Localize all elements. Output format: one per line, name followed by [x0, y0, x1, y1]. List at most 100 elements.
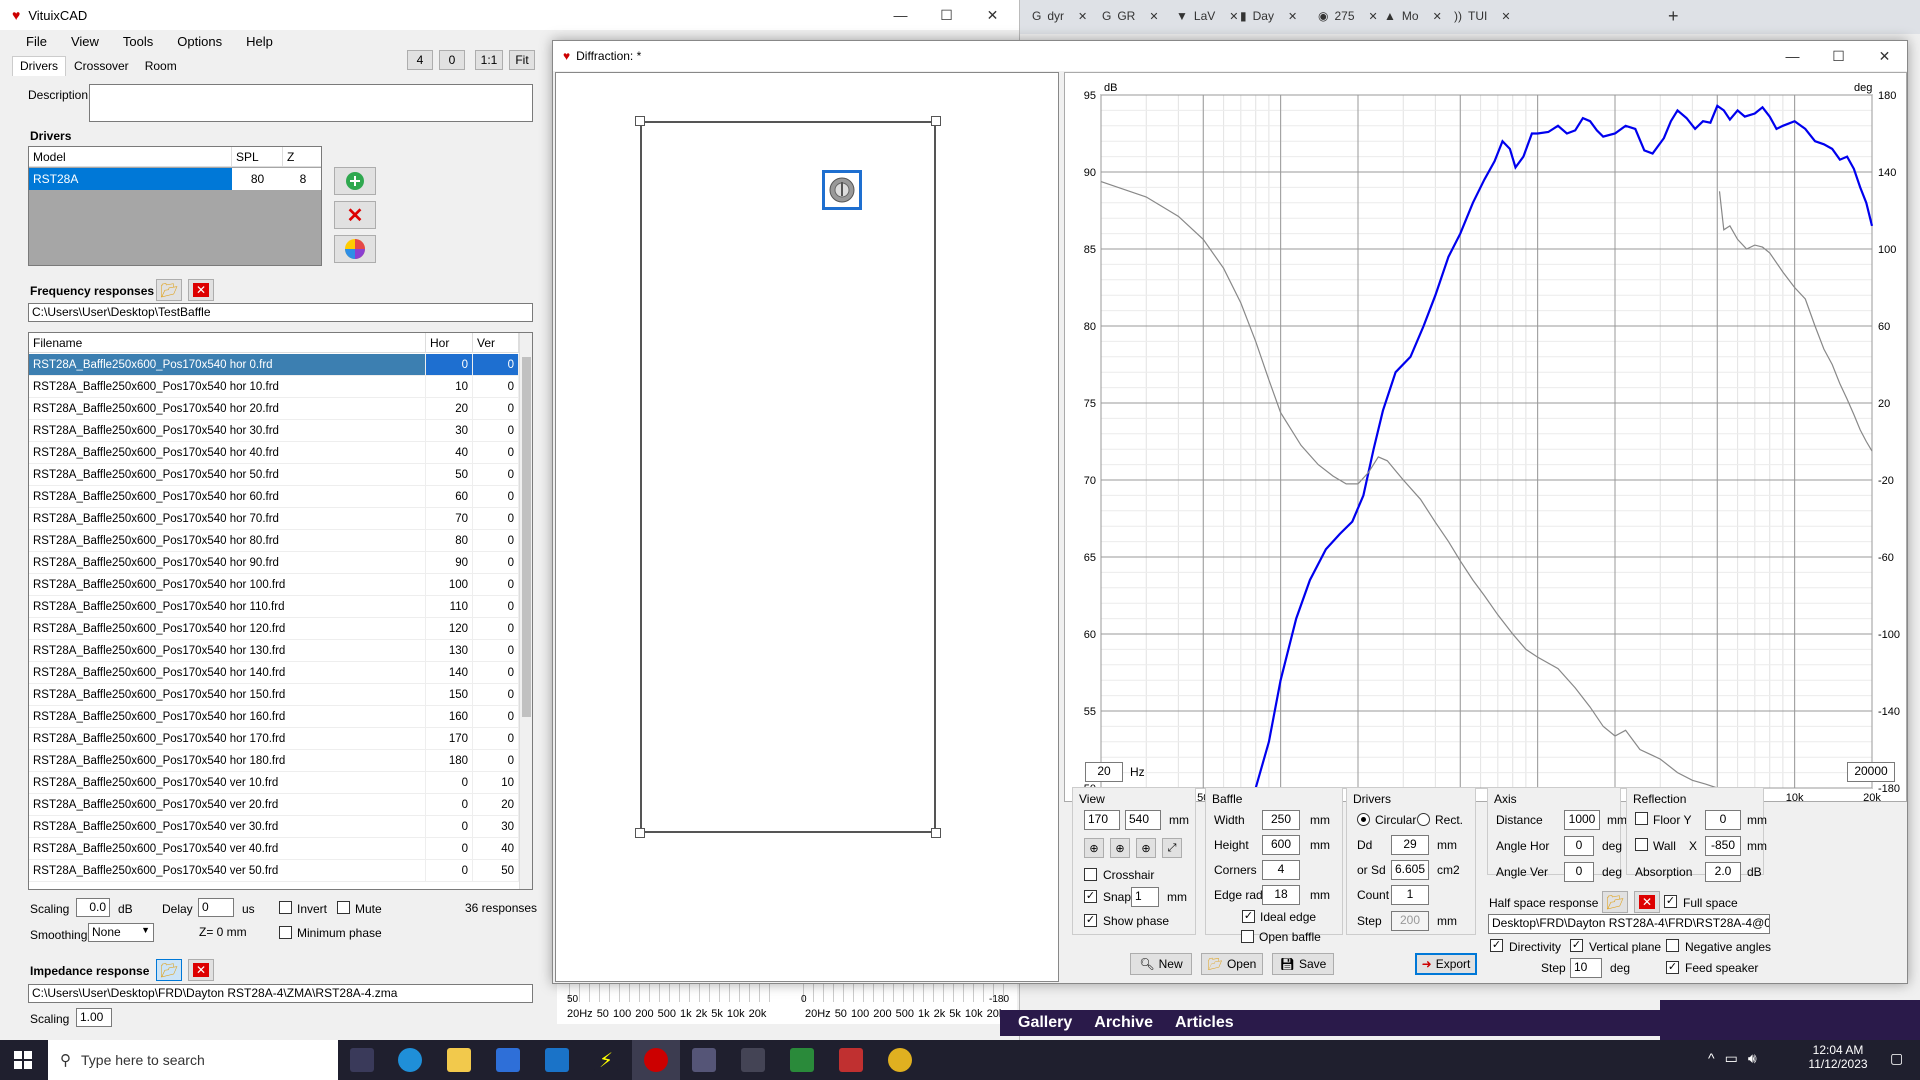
- distance-field[interactable]: 1000: [1564, 810, 1600, 830]
- sd-field[interactable]: 6.605: [1391, 860, 1429, 880]
- file-name-cell[interactable]: RST28A_Baffle250x600_Pos170x540 hor 60.f…: [29, 486, 426, 508]
- browser-tab[interactable]: ▲ Mo ✕: [1376, 0, 1442, 32]
- baffle-corner-handle[interactable]: [635, 828, 645, 838]
- volume-icon[interactable]: 🔊︎: [1748, 1050, 1757, 1067]
- open-freq-folder-button[interactable]: 📂︎: [156, 279, 182, 301]
- absorption-field[interactable]: 2.0: [1705, 862, 1741, 882]
- clear-impedance-button[interactable]: ✕: [188, 959, 214, 981]
- description-field[interactable]: [89, 84, 533, 122]
- directivity-checkbox[interactable]: ✓: [1490, 939, 1503, 952]
- zoom-in-x-button[interactable]: ⊕: [1084, 838, 1104, 858]
- file-ver-cell[interactable]: 30: [473, 816, 519, 838]
- clear-freq-button[interactable]: ✕: [188, 279, 214, 301]
- drivers-col-spl[interactable]: SPL: [232, 147, 283, 167]
- show-phase-checkbox[interactable]: ✓: [1084, 914, 1097, 927]
- system-tray[interactable]: ^ ▭ 🔊︎: [1708, 1050, 1757, 1067]
- save-button[interactable]: 💾︎ Save: [1272, 953, 1334, 975]
- notification-icon[interactable]: ▢: [1890, 1050, 1903, 1067]
- height-field[interactable]: 600: [1262, 835, 1300, 855]
- file-name-cell[interactable]: RST28A_Baffle250x600_Pos170x540 hor 90.f…: [29, 552, 426, 574]
- footer-link-articles[interactable]: Articles: [1175, 1014, 1234, 1032]
- driver-color-button[interactable]: [334, 235, 376, 263]
- file-name-cell[interactable]: RST28A_Baffle250x600_Pos170x540 hor 170.…: [29, 728, 426, 750]
- file-name-cell[interactable]: RST28A_Baffle250x600_Pos170x540 ver 10.f…: [29, 772, 426, 794]
- app-taskbar-icon[interactable]: [692, 1048, 716, 1072]
- files-col-filename[interactable]: Filename: [29, 333, 426, 353]
- zoom-in-button[interactable]: ⊕: [1136, 838, 1156, 858]
- open-half-space-button[interactable]: 📂︎: [1602, 891, 1628, 913]
- close-tab-icon[interactable]: ✕: [1288, 10, 1297, 23]
- file-name-cell[interactable]: RST28A_Baffle250x600_Pos170x540 hor 150.…: [29, 684, 426, 706]
- file-ver-cell[interactable]: 0: [473, 728, 519, 750]
- file-ver-cell[interactable]: 0: [473, 442, 519, 464]
- network-icon[interactable]: ▭: [1725, 1050, 1738, 1067]
- file-hor-cell[interactable]: 90: [426, 552, 473, 574]
- view-y-field[interactable]: 540: [1125, 810, 1161, 830]
- zoom-fit-button[interactable]: ⤢: [1162, 838, 1182, 858]
- toolbar-button-fit[interactable]: Fit: [509, 50, 535, 70]
- file-name-cell[interactable]: RST28A_Baffle250x600_Pos170x540 ver 40.f…: [29, 838, 426, 860]
- file-ver-cell[interactable]: 0: [473, 618, 519, 640]
- file-ver-cell[interactable]: 0: [473, 662, 519, 684]
- file-name-cell[interactable]: RST28A_Baffle250x600_Pos170x540 hor 40.f…: [29, 442, 426, 464]
- file-name-cell[interactable]: RST28A_Baffle250x600_Pos170x540 hor 30.f…: [29, 420, 426, 442]
- file-ver-cell[interactable]: 0: [473, 508, 519, 530]
- scaling-field[interactable]: 0.0: [76, 898, 110, 917]
- close-button[interactable]: ✕: [970, 0, 1015, 30]
- impedance-path-field[interactable]: C:\Users\User\Desktop\FRD\Dayton RST28A-…: [28, 984, 533, 1003]
- file-name-cell[interactable]: RST28A_Baffle250x600_Pos170x540 ver 50.f…: [29, 860, 426, 882]
- file-hor-cell[interactable]: 160: [426, 706, 473, 728]
- open-button[interactable]: 📂︎ Open: [1201, 953, 1263, 975]
- dd-field[interactable]: 29: [1391, 835, 1429, 855]
- add-driver-button[interactable]: [334, 167, 376, 195]
- file-ver-cell[interactable]: 0: [473, 684, 519, 706]
- file-hor-cell[interactable]: 70: [426, 508, 473, 530]
- file-name-cell[interactable]: RST28A_Baffle250x600_Pos170x540 hor 130.…: [29, 640, 426, 662]
- invert-checkbox[interactable]: [279, 901, 292, 914]
- file-ver-cell[interactable]: 0: [473, 420, 519, 442]
- frequency-response-chart[interactable]: 20Hz501002005001k2k5k10k20k9590858075706…: [1065, 73, 1908, 804]
- file-ver-cell[interactable]: 50: [473, 860, 519, 882]
- file-ver-cell[interactable]: 0: [473, 530, 519, 552]
- file-ver-cell[interactable]: 0: [473, 464, 519, 486]
- files-col-hor[interactable]: Hor: [426, 333, 473, 353]
- freq-path-field[interactable]: C:\Users\User\Desktop\TestBaffle: [28, 303, 533, 322]
- file-name-cell[interactable]: RST28A_Baffle250x600_Pos170x540 hor 160.…: [29, 706, 426, 728]
- rect-radio[interactable]: [1417, 813, 1430, 826]
- file-name-cell[interactable]: RST28A_Baffle250x600_Pos170x540 hor 140.…: [29, 662, 426, 684]
- angle-hor-field[interactable]: 0: [1564, 836, 1594, 856]
- corners-field[interactable]: 4: [1262, 860, 1300, 880]
- file-name-cell[interactable]: RST28A_Baffle250x600_Pos170x540 hor 100.…: [29, 574, 426, 596]
- minimum-phase-checkbox[interactable]: [279, 926, 292, 939]
- file-hor-cell[interactable]: 30: [426, 420, 473, 442]
- export-button[interactable]: ➜ Export: [1415, 953, 1477, 975]
- file-hor-cell[interactable]: 130: [426, 640, 473, 662]
- store-icon[interactable]: [496, 1048, 520, 1072]
- file-hor-cell[interactable]: 20: [426, 398, 473, 420]
- remove-driver-button[interactable]: ✕: [334, 201, 376, 229]
- file-ver-cell[interactable]: 0: [473, 376, 519, 398]
- file-ver-cell[interactable]: 0: [473, 706, 519, 728]
- file-ver-cell[interactable]: 0: [473, 640, 519, 662]
- task-view-icon[interactable]: [350, 1048, 374, 1072]
- file-hor-cell[interactable]: 0: [426, 354, 473, 376]
- wall-field[interactable]: -850: [1705, 836, 1741, 856]
- file-name-cell[interactable]: RST28A_Baffle250x600_Pos170x540 hor 70.f…: [29, 508, 426, 530]
- browser-tab[interactable]: ▼ LaV ✕: [1168, 0, 1238, 32]
- width-field[interactable]: 250: [1262, 810, 1300, 830]
- file-ver-cell[interactable]: 0: [473, 398, 519, 420]
- baffle-canvas[interactable]: [555, 72, 1059, 982]
- file-hor-cell[interactable]: 100: [426, 574, 473, 596]
- app-taskbar-icon[interactable]: [790, 1048, 814, 1072]
- file-ver-cell[interactable]: 0: [473, 552, 519, 574]
- driver-model-cell[interactable]: RST28A: [29, 168, 232, 190]
- file-ver-cell[interactable]: 0: [473, 596, 519, 618]
- browser-tab[interactable]: G GR ✕: [1094, 0, 1159, 32]
- file-hor-cell[interactable]: 0: [426, 772, 473, 794]
- taskbar-clock[interactable]: 12:04 AM 11/12/2023: [1800, 1043, 1876, 1071]
- delay-field[interactable]: 0: [198, 898, 234, 917]
- chrome-icon[interactable]: [888, 1048, 912, 1072]
- snap-checkbox[interactable]: ✓: [1084, 890, 1097, 903]
- edge-rad-field[interactable]: 18: [1262, 885, 1300, 905]
- baffle-corner-handle[interactable]: [931, 828, 941, 838]
